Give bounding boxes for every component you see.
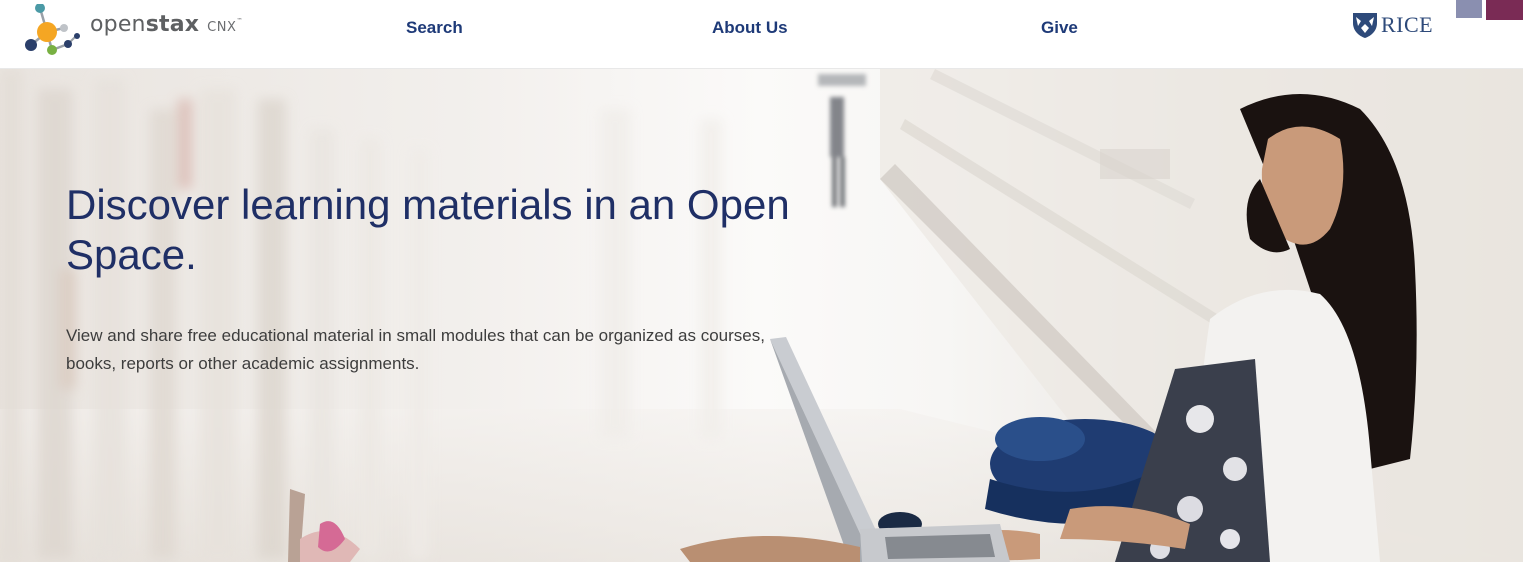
rice-wordmark: RICE	[1381, 12, 1434, 37]
openstax-cnx-logo[interactable]: openstax CNX™	[20, 4, 243, 60]
openstax-molecule-icon	[25, 4, 80, 55]
corner-widget-plum[interactable]	[1486, 0, 1523, 20]
site-header: openstax CNX™ Search About Us Give RICE	[0, 0, 1523, 69]
openstax-wordmark: openstax CNX™	[90, 12, 243, 37]
brand-light: open	[90, 11, 146, 37]
hero-description: View and share free educational material…	[66, 326, 765, 373]
hero-background-image	[0, 69, 1523, 562]
nav-about-us-link[interactable]: About Us	[712, 18, 788, 38]
brand-bold: stax	[145, 11, 200, 37]
corner-widget-lavender[interactable]	[1456, 0, 1482, 18]
nav-search-link[interactable]: Search	[406, 18, 463, 38]
hero-title: Discover learning materials in an Open S…	[66, 181, 790, 278]
product-name: CNX	[207, 19, 237, 35]
nav-give-link[interactable]: Give	[1041, 18, 1078, 38]
rice-shield-icon	[1353, 13, 1377, 38]
trademark: ™	[236, 17, 243, 25]
rice-university-logo[interactable]: RICE	[1350, 10, 1433, 40]
hero-banner: Discover learning materials in an Open S…	[0, 69, 1523, 562]
